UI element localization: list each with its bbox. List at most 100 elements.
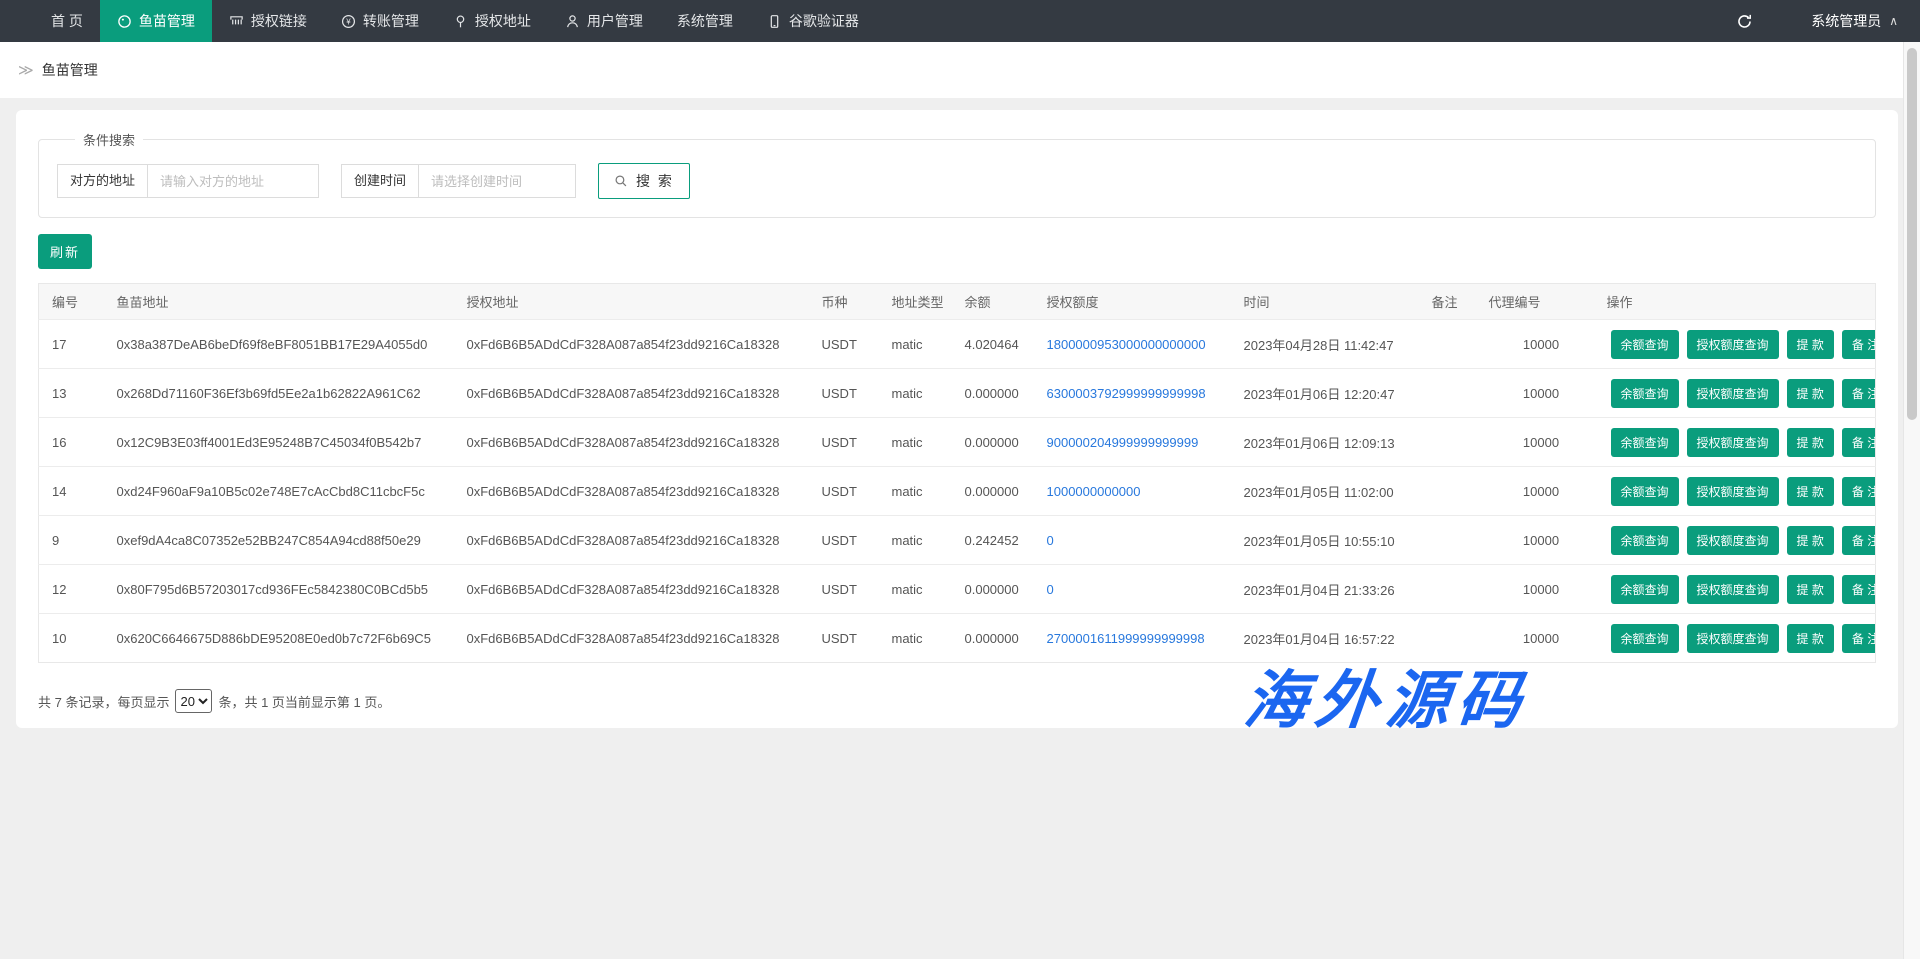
nav-item-user-management[interactable]: 用户管理 [548, 0, 660, 42]
remark-button[interactable]: 备 注 [1842, 575, 1876, 604]
search-button[interactable]: 搜 索 [598, 163, 690, 199]
cell-auth-address: 0xFd6B6B5ADdCdF328A087a854f23dd9216Ca183… [454, 467, 809, 516]
remark-button[interactable]: 备 注 [1842, 477, 1876, 506]
quota-link[interactable]: 1800000953000000000000 [1047, 337, 1206, 352]
balance-query-button[interactable]: 余额查询 [1611, 575, 1679, 604]
refresh-icon[interactable] [1736, 13, 1753, 30]
table-body: 17 0x38a387DeAB6beDf69f8eBF8051BB17E29A4… [39, 320, 1876, 663]
cell-agent: 10000 [1476, 516, 1594, 565]
nav-item-label: 转账管理 [363, 11, 419, 31]
cell-id: 9 [39, 516, 104, 565]
nav-item-auth-address[interactable]: 授权地址 [436, 0, 548, 42]
refresh-button[interactable]: 刷新 [38, 234, 92, 269]
nav-item-system-management[interactable]: 系统管理 [660, 0, 750, 42]
table-row: 17 0x38a387DeAB6beDf69f8eBF8051BB17E29A4… [39, 320, 1876, 369]
search-panel-legend: 条件搜索 [75, 130, 143, 149]
cell-fish-address: 0x38a387DeAB6beDf69f8eBF8051BB17E29A4055… [104, 320, 454, 369]
withdraw-button[interactable]: 提 款 [1787, 575, 1834, 604]
nav-item-fish-management[interactable]: 鱼苗管理 [100, 0, 212, 42]
create-time-input[interactable] [418, 164, 576, 198]
balance-query-button[interactable]: 余额查询 [1611, 379, 1679, 408]
quota-link[interactable]: 0 [1047, 582, 1054, 597]
cell-auth-address: 0xFd6B6B5ADdCdF328A087a854f23dd9216Ca183… [454, 320, 809, 369]
cell-quota: 1800000953000000000000 [1034, 320, 1231, 369]
remark-button[interactable]: 备 注 [1842, 428, 1876, 457]
cell-coin: USDT [809, 516, 879, 565]
cell-remark [1419, 565, 1476, 614]
withdraw-button[interactable]: 提 款 [1787, 379, 1834, 408]
balance-query-button[interactable]: 余额查询 [1611, 428, 1679, 457]
quota-query-button[interactable]: 授权额度查询 [1687, 624, 1779, 653]
quota-query-button[interactable]: 授权额度查询 [1687, 330, 1779, 359]
nav-item-google-authenticator[interactable]: 谷歌验证器 [750, 0, 876, 42]
withdraw-button[interactable]: 提 款 [1787, 526, 1834, 555]
cell-balance: 0.000000 [952, 565, 1034, 614]
cell-fish-address: 0x620C6646675D886bDE95208E0ed0b7c72F6b69… [104, 614, 454, 663]
pagination: 共 7 条记录，每页显示 20 条，共 1 页当前显示第 1 页。 [38, 689, 1876, 713]
balance-query-button[interactable]: 余额查询 [1611, 526, 1679, 555]
phone-icon [767, 14, 782, 29]
cell-fish-address: 0x268Dd71160F36Ef3b69fd5Ee2a1b62822A961C… [104, 369, 454, 418]
content-card: 条件搜索 对方的地址 创建时间 搜 索 刷新 [16, 110, 1898, 728]
create-time-label: 创建时间 [341, 164, 419, 198]
quota-link[interactable]: 0 [1047, 533, 1054, 548]
cell-quota: 1000000000000 [1034, 467, 1231, 516]
col-actions: 操作 [1594, 284, 1876, 320]
fish-table-wrap: 编号 鱼苗地址 授权地址 币种 地址类型 余额 授权额度 时间 备注 代理编号 … [38, 283, 1876, 663]
table-header-row: 编号 鱼苗地址 授权地址 币种 地址类型 余额 授权额度 时间 备注 代理编号 … [39, 284, 1876, 320]
col-balance: 余额 [952, 284, 1034, 320]
quota-query-button[interactable]: 授权额度查询 [1687, 428, 1779, 457]
remark-button[interactable]: 备 注 [1842, 526, 1876, 555]
navbar-right: 系统管理员 ∧ [1736, 0, 1920, 42]
remark-button[interactable]: 备 注 [1842, 379, 1876, 408]
cell-agent: 10000 [1476, 369, 1594, 418]
nav-item-home[interactable]: 首 页 [34, 0, 100, 42]
quota-query-button[interactable]: 授权额度查询 [1687, 379, 1779, 408]
quota-query-button[interactable]: 授权额度查询 [1687, 575, 1779, 604]
nav-item-transfer-management[interactable]: ¥ 转账管理 [324, 0, 436, 42]
cell-quota: 0 [1034, 565, 1231, 614]
cell-quota: 6300003792999999999998 [1034, 369, 1231, 418]
quota-query-button[interactable]: 授权额度查询 [1687, 477, 1779, 506]
cell-id: 14 [39, 467, 104, 516]
withdraw-button[interactable]: 提 款 [1787, 477, 1834, 506]
col-time: 时间 [1231, 284, 1419, 320]
cell-balance: 0.000000 [952, 614, 1034, 663]
table-row: 14 0xd24F960aF9a10B5c02e748E7cAcCbd8C11c… [39, 467, 1876, 516]
user-menu[interactable]: 系统管理员 ∧ [1811, 11, 1898, 31]
quota-query-button[interactable]: 授权额度查询 [1687, 526, 1779, 555]
cell-agent: 10000 [1476, 467, 1594, 516]
cell-balance: 0.242452 [952, 516, 1034, 565]
row-actions: 余额查询授权额度查询提 款备 注 [1594, 467, 1876, 516]
balance-query-button[interactable]: 余额查询 [1611, 330, 1679, 359]
create-time-group: 创建时间 [341, 164, 576, 198]
nav-item-auth-links[interactable]: 授权链接 [212, 0, 324, 42]
user-name: 系统管理员 [1811, 11, 1881, 31]
cell-id: 10 [39, 614, 104, 663]
counterparty-address-input[interactable] [147, 164, 319, 198]
barcode-icon [229, 14, 244, 29]
search-icon [614, 174, 628, 188]
cell-auth-address: 0xFd6B6B5ADdCdF328A087a854f23dd9216Ca183… [454, 614, 809, 663]
scrollbar-thumb[interactable] [1907, 48, 1917, 420]
remark-button[interactable]: 备 注 [1842, 330, 1876, 359]
col-fish-address: 鱼苗地址 [104, 284, 454, 320]
withdraw-button[interactable]: 提 款 [1787, 428, 1834, 457]
page-size-select[interactable]: 20 [175, 689, 212, 713]
balance-query-button[interactable]: 余额查询 [1611, 624, 1679, 653]
cell-time: 2023年01月06日 12:20:47 [1231, 369, 1419, 418]
quota-link[interactable]: 900000204999999999999 [1047, 435, 1199, 450]
cell-time: 2023年01月04日 16:57:22 [1231, 614, 1419, 663]
withdraw-button[interactable]: 提 款 [1787, 330, 1834, 359]
cell-id: 13 [39, 369, 104, 418]
withdraw-button[interactable]: 提 款 [1787, 624, 1834, 653]
cell-remark [1419, 467, 1476, 516]
balance-query-button[interactable]: 余额查询 [1611, 477, 1679, 506]
quota-link[interactable]: 6300003792999999999998 [1047, 386, 1206, 401]
row-actions: 余额查询授权额度查询提 款备 注 [1594, 516, 1876, 565]
remark-button[interactable]: 备 注 [1842, 624, 1876, 653]
quota-link[interactable]: 2700001611999999999998 [1047, 631, 1205, 646]
vertical-scrollbar[interactable] [1903, 42, 1920, 959]
row-actions: 余额查询授权额度查询提 款备 注 [1594, 320, 1876, 369]
quota-link[interactable]: 1000000000000 [1047, 484, 1141, 499]
